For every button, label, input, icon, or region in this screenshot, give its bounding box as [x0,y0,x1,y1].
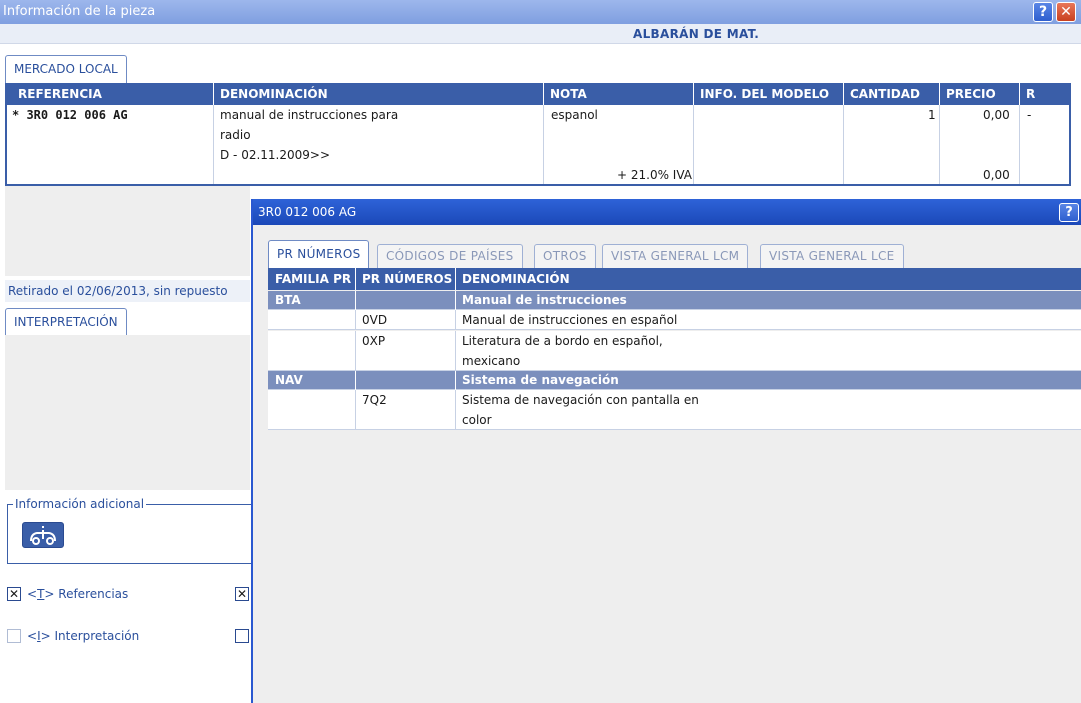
tab-interpretacion[interactable]: INTERPRETACIÓN [5,308,127,336]
cell-iva: + 21.0% IVA [617,168,692,182]
column-header-denominacion[interactable]: DENOMINACIÓN [220,83,328,105]
tab-codigos-paises[interactable]: CÓDIGOS DE PAÍSES [377,244,523,268]
checkbox-interpretacion-label[interactable]: <I> Interpretación [27,628,139,644]
pr-item-row[interactable]: 0VD Manual de instrucciones en español [268,310,1081,330]
pr-item-row[interactable]: 7Q2 Sistema de navegación con pantalla e… [268,390,1081,430]
cell-denominacion-1: manual de instrucciones para [220,108,399,122]
column-header-denominacion[interactable]: DENOMINACIÓN [462,268,570,290]
pr-denominacion-cont: color [462,413,492,427]
pr-numbers-dialog: 3R0 012 006 AG ? PR NÚMEROS CÓDIGOS DE P… [251,199,1081,703]
tab-pr-numeros[interactable]: PR NÚMEROS [268,240,370,269]
tab-vista-lcm[interactable]: VISTA GENERAL LCM [602,244,749,268]
cell-precio: 0,00 [983,108,1010,122]
interpretacion-panel [5,335,250,490]
group-denominacion: Sistema de navegación [462,373,619,387]
group-denominacion: Manual de instrucciones [462,293,627,307]
column-header-nota[interactable]: NOTA [550,83,587,105]
parts-table-header: REFERENCIA DENOMINACIÓN NOTA INFO. DEL M… [5,83,1071,105]
help-button[interactable]: ? [1033,2,1053,22]
group-familia: BTA [275,293,301,307]
dialog-titlebar: 3R0 012 006 AG [253,199,1081,225]
pr-item-row[interactable]: 0XP Literatura de a bordo en español, me… [268,331,1081,371]
pr-number: 0XP [362,334,386,348]
column-header-referencia[interactable]: REFERENCIA [18,83,102,105]
cell-referencia: * 3R0 012 006 AG [12,108,128,122]
window-title: Información de la pieza [3,4,156,19]
column-header-precio[interactable]: PRECIO [946,83,996,105]
pr-number: 0VD [362,313,388,327]
cell-r: - [1027,108,1032,122]
tab-otros[interactable]: OTROS [534,244,596,268]
cell-precio-total: 0,00 [983,168,1010,182]
pr-denominacion: Literatura de a bordo en español, [462,334,663,348]
column-header-pr-numeros[interactable]: PR NÚMEROS [362,268,452,290]
pr-denominacion: Sistema de navegación con pantalla en [462,393,699,407]
info-adicional-group: Información adicional [7,496,253,564]
close-button[interactable]: ✕ [1056,2,1076,22]
pr-number: 7Q2 [362,393,387,407]
checkbox-interpretacion[interactable] [7,629,21,643]
column-header-cantidad[interactable]: CANTIDAD [850,83,920,105]
column-header-info-modelo[interactable]: INFO. DEL MODELO [700,83,829,105]
column-header-r[interactable]: R [1026,83,1035,105]
pr-denominacion: Manual de instrucciones en español [462,313,678,327]
tab-vista-lce[interactable]: VISTA GENERAL LCE [760,244,904,268]
albaran-header: ALBARÁN DE MAT. [0,24,1081,44]
parts-table-row[interactable]: * 3R0 012 006 AG manual de instrucciones… [5,105,1071,186]
pr-group-row[interactable]: BTA Manual de instrucciones [268,291,1081,310]
tab-mercado-local[interactable]: MERCADO LOCAL [5,55,127,83]
empty-panel [5,186,250,276]
column-header-familia-pr[interactable]: FAMILIA PR [275,268,351,290]
cell-nota: espanol [551,108,598,122]
checkbox-referencias-label[interactable]: <T> Referencias [27,586,128,602]
cell-cantidad: 1 [928,108,936,122]
car-info-button[interactable] [22,522,64,548]
info-adicional-legend: Información adicional [13,496,147,512]
cell-denominacion-2: radio [220,128,251,142]
pr-table-header: FAMILIA PR PR NÚMEROS DENOMINACIÓN [268,268,1081,290]
window-titlebar: Información de la pieza [0,0,1081,24]
car-info-icon [30,526,56,545]
status-retirado: Retirado el 02/06/2013, sin repuesto [5,280,250,302]
group-familia: NAV [275,373,303,387]
pr-group-row[interactable]: NAV Sistema de navegación [268,371,1081,390]
dialog-help-button[interactable]: ? [1059,203,1079,222]
checkbox-referencias-right[interactable]: ✕ [235,587,249,601]
checkbox-interpretacion-right[interactable] [235,629,249,643]
checkbox-referencias[interactable]: ✕ [7,587,21,601]
dialog-title: 3R0 012 006 AG [258,205,357,219]
cell-denominacion-3: D - 02.11.2009>> [220,148,331,162]
pr-denominacion-cont: mexicano [462,354,521,368]
